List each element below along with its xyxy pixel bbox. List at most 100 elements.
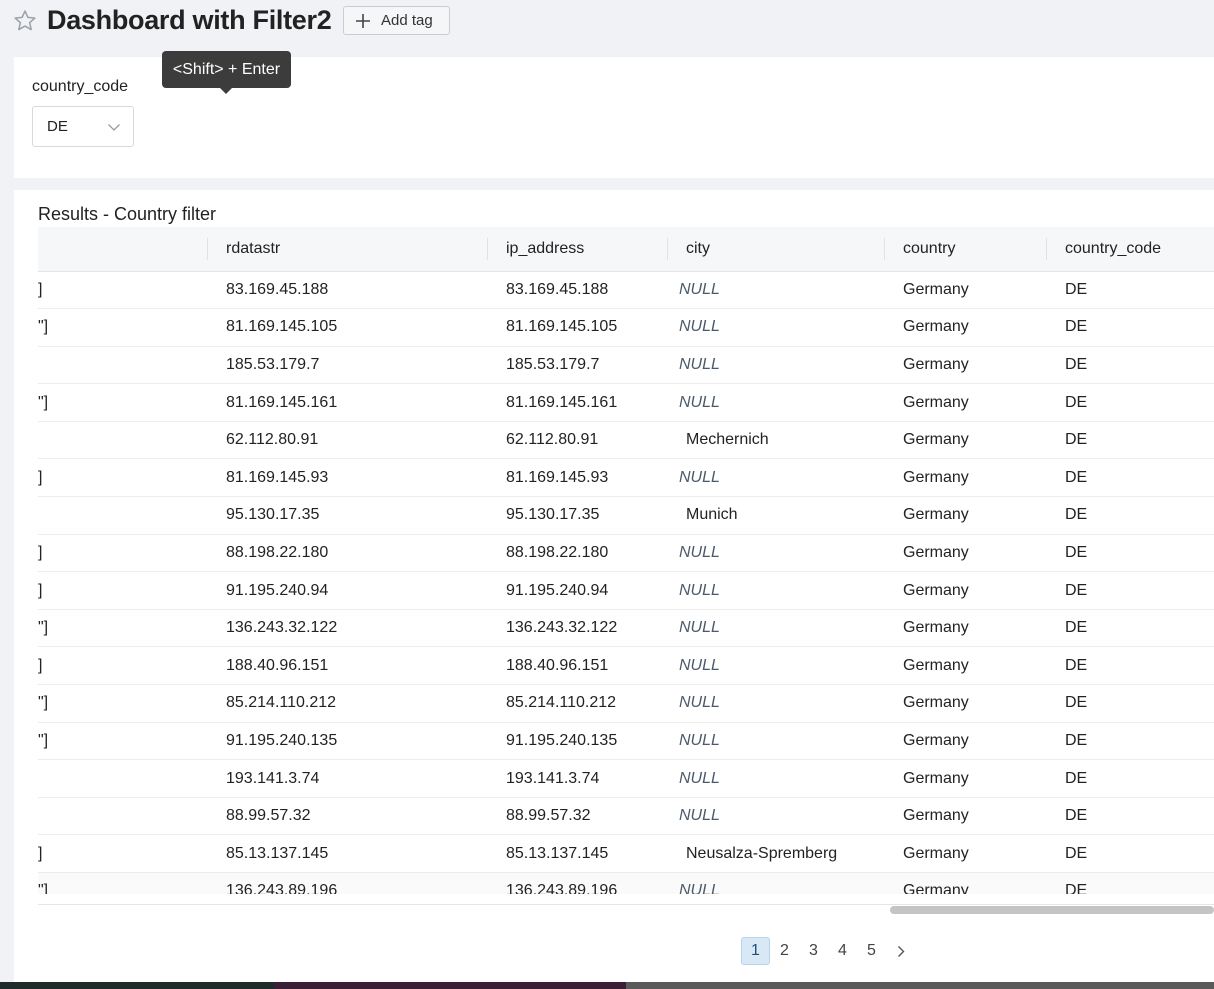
page-1-button[interactable]: 1 — [741, 937, 770, 965]
table-cell-country: Germany — [885, 534, 1047, 573]
filter-label: country_code — [32, 78, 129, 95]
dashboard-header: Dashboard with Filter2 Add tag — [0, 0, 1214, 44]
table-cell-city: Munich — [668, 496, 885, 535]
table-cell-country_code: DE — [1047, 609, 1214, 648]
table-cell-city: NULL — [668, 797, 885, 836]
table-row[interactable]: ] 88.198.22.180 88.198.22.180 NULL Germany DE — [38, 534, 1214, 573]
table-cell-city: NULL — [668, 722, 885, 761]
table-cell-country_code: DE — [1047, 458, 1214, 498]
table-cell-rdatastr: 185.53.179.7 — [208, 346, 488, 385]
chevron-right-icon[interactable] — [886, 937, 915, 965]
table-row[interactable]: "] 136.243.89.196 136.243.89.196 NULL German… — [38, 872, 1214, 894]
table-cell-hidden — [38, 759, 208, 798]
table-row[interactable]: ] 91.195.240.94 91.195.240.94 NULL Germany DE — [38, 571, 1214, 610]
star-icon[interactable] — [12, 8, 38, 34]
table-cell-ip_address: 95.130.17.35 — [488, 496, 668, 535]
table-cell-country_code: DE — [1047, 722, 1214, 761]
table-cell-country: Germany — [885, 346, 1047, 385]
column-header-ip_address[interactable]: ip_address — [488, 227, 668, 272]
table-row[interactable]: 185.53.179.7 185.53.179.7 NULL Germany DE — [38, 346, 1214, 385]
add-tag-label: Add tag — [381, 12, 433, 29]
table-cell-ip_address: 85.13.137.145 — [488, 834, 668, 873]
table-cell-ip_address: 88.99.57.32 — [488, 797, 668, 836]
table-cell-ip_address: 136.243.32.122 — [488, 609, 668, 648]
pagination: 12345 — [741, 937, 915, 965]
table-cell-country_code: DE — [1047, 383, 1214, 422]
column-header-country_code[interactable]: country_code — [1047, 227, 1214, 272]
table-row[interactable]: ] 188.40.96.151 188.40.96.151 NULL Germany DE — [38, 646, 1214, 686]
table-cell-rdatastr: 136.243.32.122 — [208, 609, 488, 648]
column-header-hidden[interactable] — [38, 227, 208, 272]
tooltip-arrow — [220, 88, 232, 94]
table-row[interactable]: ] 81.169.145.93 81.169.145.93 NULL Germany DE — [38, 458, 1214, 498]
table-cell-rdatastr: 193.141.3.74 — [208, 759, 488, 798]
table-cell-rdatastr: 95.130.17.35 — [208, 496, 488, 535]
table-row[interactable]: "] 91.195.240.135 91.195.240.135 NULL German… — [38, 722, 1214, 761]
results-table: rdatastr ip_address city country country_cod… — [38, 227, 1214, 894]
table-row[interactable]: 62.112.80.91 62.112.80.91 Mechernich German… — [38, 421, 1214, 460]
table-row[interactable]: "] 81.169.145.161 81.169.145.161 NULL German… — [38, 383, 1214, 422]
table-cell-country: Germany — [885, 684, 1047, 723]
horizontal-scrollbar-thumb[interactable] — [890, 906, 1214, 914]
table-cell-country: Germany — [885, 421, 1047, 460]
table-cell-rdatastr: 88.198.22.180 — [208, 534, 488, 573]
table-cell-hidden — [38, 421, 208, 460]
add-tag-button[interactable]: Add tag — [343, 6, 450, 35]
table-cell-city: NULL — [668, 458, 885, 498]
page-5-button[interactable]: 5 — [857, 937, 886, 965]
table-row[interactable]: 95.130.17.35 95.130.17.35 Munich Germany DE — [38, 496, 1214, 535]
page-2-button[interactable]: 2 — [770, 937, 799, 965]
table-cell-city: NULL — [668, 534, 885, 573]
table-cell-rdatastr: 62.112.80.91 — [208, 421, 488, 460]
results-table-viewport[interactable]: rdatastr ip_address city country country_cod… — [38, 227, 1214, 894]
table-row[interactable]: "] 85.214.110.212 85.214.110.212 NULL German… — [38, 684, 1214, 723]
table-row[interactable]: ] 85.13.137.145 85.13.137.145 Neusalza-Spre… — [38, 834, 1214, 873]
table-cell-country: Germany — [885, 759, 1047, 798]
table-cell-country_code: DE — [1047, 797, 1214, 836]
table-cell-country: Germany — [885, 383, 1047, 422]
table-cell-country: Germany — [885, 646, 1047, 686]
table-cell-country: Germany — [885, 872, 1047, 894]
page-4-button[interactable]: 4 — [828, 937, 857, 965]
table-cell-hidden — [38, 346, 208, 385]
shortcut-tooltip: <Shift> + Enter — [162, 51, 291, 88]
table-cell-ip_address: 91.195.240.135 — [488, 722, 668, 761]
table-cell-rdatastr: 188.40.96.151 — [208, 646, 488, 686]
table-cell-city: NULL — [668, 872, 885, 894]
table-row[interactable]: 88.99.57.32 88.99.57.32 NULL Germany DE — [38, 797, 1214, 836]
page-3-button[interactable]: 3 — [799, 937, 828, 965]
table-row[interactable]: "] 81.169.145.105 81.169.145.105 NULL German… — [38, 308, 1214, 347]
tooltip-text: <Shift> + Enter — [172, 60, 281, 78]
country-code-value: DE — [47, 118, 68, 135]
table-cell-hidden: "] — [38, 684, 208, 723]
table-row[interactable]: 193.141.3.74 193.141.3.74 NULL Germany DE — [38, 759, 1214, 798]
table-cell-hidden: "] — [38, 722, 208, 761]
table-cell-hidden: ] — [38, 534, 208, 573]
table-cell-hidden: "] — [38, 383, 208, 422]
table-cell-country_code: DE — [1047, 646, 1214, 686]
table-cell-rdatastr: 91.195.240.94 — [208, 571, 488, 610]
table-cell-rdatastr: 83.169.45.188 — [208, 271, 488, 310]
table-cell-country_code: DE — [1047, 872, 1214, 894]
table-cell-country: Germany — [885, 797, 1047, 836]
table-cell-country: Germany — [885, 458, 1047, 498]
table-cell-country_code: DE — [1047, 496, 1214, 535]
table-cell-country_code: DE — [1047, 271, 1214, 310]
table-cell-ip_address: 81.169.145.161 — [488, 383, 668, 422]
table-row[interactable]: ] 83.169.45.188 83.169.45.188 NULL Germany DE — [38, 271, 1214, 310]
country-code-select[interactable]: DE — [32, 106, 134, 147]
table-cell-ip_address: 81.169.145.105 — [488, 308, 668, 347]
table-cell-hidden — [38, 797, 208, 836]
table-row[interactable]: "] 136.243.32.122 136.243.32.122 NULL German… — [38, 609, 1214, 648]
table-cell-city: NULL — [668, 308, 885, 347]
table-cell-hidden: "] — [38, 308, 208, 347]
column-header-rdatastr[interactable]: rdatastr — [208, 227, 488, 272]
column-header-country[interactable]: country — [885, 227, 1047, 272]
column-header-city[interactable]: city — [668, 227, 885, 272]
table-cell-city: NULL — [668, 571, 885, 610]
table-cell-ip_address: 81.169.145.93 — [488, 458, 668, 498]
results-title: Results - Country filter — [38, 204, 217, 224]
table-cell-country: Germany — [885, 271, 1047, 310]
table-cell-ip_address: 62.112.80.91 — [488, 421, 668, 460]
table-cell-country: Germany — [885, 609, 1047, 648]
